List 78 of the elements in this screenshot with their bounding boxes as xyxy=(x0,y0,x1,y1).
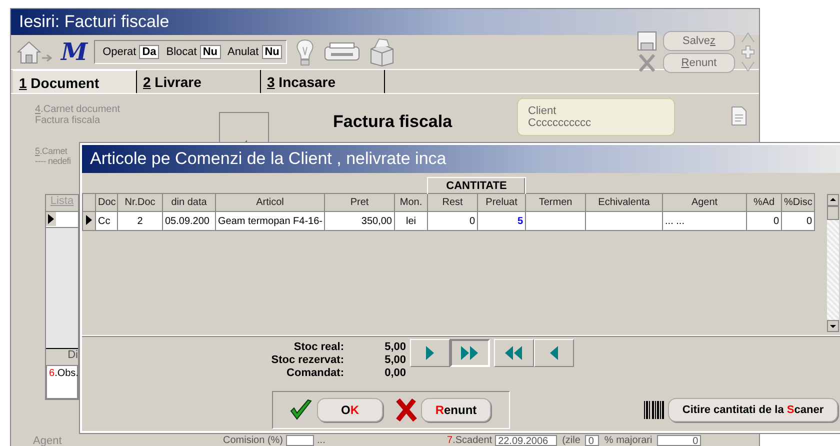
column-header[interactable]: %Ad xyxy=(746,194,782,212)
table-cell: 5 xyxy=(478,212,526,230)
tab[interactable]: 1 Document xyxy=(13,70,137,93)
table-cell: Cc xyxy=(96,212,118,230)
input-field[interactable] xyxy=(286,435,314,446)
flag-label: Operat xyxy=(102,46,136,58)
column-header[interactable]: %Disc xyxy=(782,194,815,212)
column-header[interactable]: Preluat xyxy=(478,194,526,212)
toolbar-button[interactable]: Salvez xyxy=(663,31,735,51)
field-label: Agent xyxy=(33,434,63,446)
scan-button[interactable]: Citire cantitati de la Scaner xyxy=(668,398,838,422)
table-cell: 05.09.200 xyxy=(162,212,216,230)
double-triangle-icon xyxy=(504,344,524,362)
scroll-thumb[interactable] xyxy=(827,206,839,220)
plus-icon xyxy=(741,45,755,59)
client-panel[interactable]: Client Ccccccccccc xyxy=(517,98,675,136)
stock-label: Stoc real: xyxy=(292,341,344,353)
flag-label: Anulat xyxy=(228,46,259,58)
column-header[interactable]: Doc xyxy=(96,194,118,212)
date-field[interactable]: 22.09.2006 xyxy=(495,435,558,446)
client-label: Client xyxy=(528,105,558,117)
x-mark-icon xyxy=(395,398,417,422)
table-cell: 0 xyxy=(428,212,478,230)
stock-value: 5,00 xyxy=(384,354,406,366)
table-cell: 0 xyxy=(746,212,782,230)
column-header[interactable]: Echivalenta xyxy=(586,194,663,212)
notes-field[interactable]: 6.Obs. xyxy=(46,365,78,399)
table-cell: Geam termopan F4-16- xyxy=(216,212,324,230)
x-mark-icon xyxy=(637,53,657,73)
table-cell: lei xyxy=(394,212,428,230)
navigation-button[interactable] xyxy=(450,339,490,367)
stock-label: Comandat: xyxy=(286,367,344,379)
logo-icon[interactable]: M xyxy=(61,39,88,65)
document-icon xyxy=(731,106,747,126)
column-footer: Di xyxy=(46,349,78,365)
column-group-header: CANTITATE xyxy=(428,178,526,194)
column-header[interactable]: Nr.Doc xyxy=(118,194,162,212)
flag-value: Nu xyxy=(262,45,282,59)
days-field[interactable]: 0 xyxy=(585,435,600,446)
surcharge-field[interactable]: 0 xyxy=(657,435,702,446)
column-header[interactable]: Agent xyxy=(662,194,747,212)
stock-value: 5,00 xyxy=(384,341,406,353)
stock-value: 0,00 xyxy=(384,367,406,379)
column-header[interactable]: Articol xyxy=(216,194,324,212)
window-title: Iesiri: Facturi fiscale xyxy=(11,9,759,35)
field-label: % majorari xyxy=(604,435,652,446)
field-label: 5.Carnet xyxy=(35,146,68,156)
toolbar-button[interactable]: Renunt xyxy=(663,53,735,73)
table-cell xyxy=(526,212,586,230)
field-label: Comision (%) xyxy=(223,435,284,446)
checkmark-icon xyxy=(289,398,313,422)
field-value: Factura fiscala xyxy=(35,115,102,126)
flag-label: Blocat xyxy=(166,46,197,58)
vertical-scrollbar[interactable] xyxy=(826,194,840,332)
document-heading: Factura fiscala xyxy=(333,112,454,132)
column-header[interactable]: Mon. xyxy=(394,194,428,212)
double-triangle-icon xyxy=(460,344,480,362)
table-cell: 2 xyxy=(118,212,162,230)
field-value: ... xyxy=(317,435,326,446)
column-header[interactable]: Rest xyxy=(428,194,478,212)
table-cell: 0 xyxy=(782,212,815,230)
stock-label: Stoc rezervat: xyxy=(270,354,344,366)
barcode-icon xyxy=(644,400,664,420)
ok-button[interactable]: OK xyxy=(317,398,383,422)
field-label: (zile xyxy=(562,435,580,446)
column-header[interactable]: din data xyxy=(162,194,216,212)
table-cell: 350,00 xyxy=(324,212,394,230)
flag-value: Da xyxy=(139,45,160,59)
column-header[interactable]: Pret xyxy=(324,194,394,212)
cancel-button[interactable]: Renunt xyxy=(421,398,491,422)
flag-value: Nu xyxy=(200,45,221,59)
table-cell: ... ... xyxy=(662,212,747,230)
field-label: 4.Carnet document xyxy=(35,104,122,115)
client-name: Ccccccccccc xyxy=(528,117,592,129)
field-label: 7.Scadent xyxy=(447,435,492,446)
field-value: ---- nedefi xyxy=(35,156,72,166)
column-header[interactable]: Termen xyxy=(526,194,586,212)
dialog-title: Articole pe Comenzi de la Client , nelivrate inca xyxy=(82,145,840,173)
